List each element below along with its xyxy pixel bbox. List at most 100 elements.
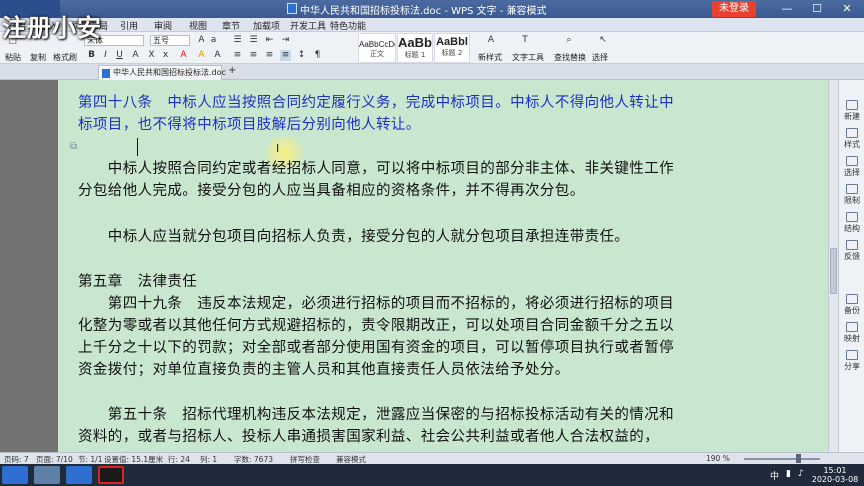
close-button[interactable]: ✕ (834, 0, 860, 18)
zoom-level[interactable]: 190 % (706, 454, 730, 463)
add-tab-button[interactable]: + (228, 65, 236, 76)
italic-icon[interactable]: I (100, 50, 111, 61)
menu-review[interactable]: 审阅 (154, 19, 172, 32)
taskpane-select[interactable]: 选择 (839, 156, 864, 178)
login-button[interactable]: 未登录 (712, 1, 756, 17)
vertical-scrollbar[interactable] (828, 80, 838, 452)
document-area: ⧉ I 第四十八条 中标人应当按照合同约定履行义务，完成中标项目。中标人不得向他… (0, 80, 832, 452)
paragraph-mark-icon[interactable]: ¶ (312, 50, 323, 61)
restrict-icon (846, 184, 858, 194)
font-size-select[interactable]: 五号 (150, 35, 190, 46)
taskbar-wps-writer[interactable] (66, 466, 92, 484)
clock-time: 15:01 (823, 466, 847, 475)
document-icon (287, 3, 297, 14)
zoom-slider-thumb[interactable] (796, 454, 801, 463)
align-right-icon[interactable]: ≡ (264, 50, 275, 61)
style-normal-name: 正文 (370, 50, 384, 58)
new-style-icon[interactable]: A (484, 35, 498, 49)
new-style-button[interactable]: 新样式 (478, 52, 502, 63)
tray-ime-icon[interactable]: 中 (770, 469, 779, 482)
grow-font-icon[interactable]: A (196, 35, 207, 46)
text-tools-button[interactable]: 文字工具 (512, 52, 544, 63)
highlight-icon[interactable]: A (196, 50, 207, 61)
taskpane-feedback[interactable]: 反馈 (839, 240, 864, 262)
taskpane-share[interactable]: 分享 (839, 350, 864, 372)
menu-special[interactable]: 特色功能 (330, 19, 366, 32)
feedback-icon (846, 240, 858, 250)
menu-addins[interactable]: 加载项 (253, 19, 280, 32)
taskpane-mapping[interactable]: 映射 (839, 322, 864, 344)
new-icon (846, 100, 858, 110)
window-title: 中华人民共和国招标投标法.doc - WPS 文字 - 兼容模式 (300, 6, 547, 17)
bullets-icon[interactable]: ☰ (232, 35, 243, 46)
align-left-icon[interactable]: ≡ (232, 50, 243, 61)
paste-button[interactable]: 粘贴 (5, 52, 21, 63)
indent-decrease-icon[interactable]: ⇤ (264, 35, 275, 46)
bold-icon[interactable]: B (86, 50, 97, 61)
menu-chapter[interactable]: 章节 (222, 19, 240, 32)
style-normal-sample: AaBbCcDd (359, 40, 395, 49)
tray-network-icon[interactable]: ▮ (786, 469, 791, 479)
align-center-icon[interactable]: ≡ (248, 50, 259, 61)
document-tab-bar: 中华人民共和国招标投标法.doc + (0, 64, 864, 80)
style-normal[interactable]: AaBbCcDd 正文 (358, 33, 396, 63)
shrink-font-icon[interactable]: a (208, 35, 219, 46)
menu-references[interactable]: 引用 (120, 19, 138, 32)
paragraph-article-49[interactable]: 第四十九条 违反本法规定，必须进行招标的项目而不招标的，将必须进行招标的项目化整… (78, 293, 678, 381)
subscript-icon[interactable]: x (160, 50, 171, 61)
style-heading-1[interactable]: AaBb 标题 1 (397, 33, 433, 63)
taskpane-structure[interactable]: 结构 (839, 212, 864, 234)
select-icon (846, 156, 858, 166)
structure-icon (846, 212, 858, 222)
taskpane-styles[interactable]: 样式 (839, 128, 864, 150)
taskpane-restrict[interactable]: 限制 (839, 184, 864, 206)
font-color-icon[interactable]: A (178, 50, 189, 61)
select-cursor-icon[interactable]: ↖ (596, 35, 610, 49)
menu-developer[interactable]: 开发工具 (290, 19, 326, 32)
find-replace-button[interactable]: 查找替换 (554, 52, 586, 63)
menu-bar: 开始 插入 页面布局 引用 审阅 视图 章节 加载项 开发工具 特色功能 (0, 18, 864, 32)
char-shading-icon[interactable]: A (212, 50, 223, 61)
tray-volume-icon[interactable]: ♪ (798, 469, 804, 479)
zoom-slider[interactable] (744, 458, 820, 460)
style-heading-2[interactable]: AaBbl 标题 2 (434, 33, 470, 63)
paragraph-article-48[interactable]: 第四十八条 中标人应当按照合同约定履行义务，完成中标项目。中标人不得向他人转让中… (78, 92, 678, 136)
line-spacing-icon[interactable]: ↕ (296, 50, 307, 61)
style-heading-2-sample: AaBbl (436, 36, 468, 48)
numbering-icon[interactable]: ☰ (248, 35, 259, 46)
underline-icon[interactable]: U (114, 50, 125, 61)
status-bar: 页码: 7 页面: 7/10 节: 1/1 设置值: 15.1厘米 行: 24 … (0, 452, 864, 464)
style-heading-2-name: 标题 2 (441, 49, 463, 57)
text-tools-icon[interactable]: T (518, 35, 532, 49)
taskbar-recorder[interactable] (98, 466, 124, 484)
style-heading-1-name: 标题 1 (404, 51, 426, 59)
paragraph-subcontract[interactable]: 中标人按照合同约定或者经招标人同意，可以将中标项目的部分非主体、非关键性工作分包… (78, 158, 678, 202)
taskbar-app-1[interactable] (34, 466, 60, 484)
strikethrough-icon[interactable]: A (130, 50, 141, 61)
paragraph-handle-icon[interactable]: ⧉ (70, 141, 77, 152)
select-button[interactable]: 选择 (592, 52, 608, 63)
paragraph-article-50[interactable]: 第五十条 招标代理机构违反本法规定，泄露应当保密的与招标投标活动有关的情况和资料… (78, 404, 678, 448)
backup-icon (846, 294, 858, 304)
start-button[interactable] (2, 466, 28, 484)
paragraph-subcontract-liability[interactable]: 中标人应当就分包项目向招标人负责，接受分包的人就分包项目承担连带责任。 (78, 226, 678, 248)
chapter-heading[interactable]: 第五章 法律责任 (78, 271, 678, 293)
text-caret (137, 138, 138, 156)
scrollbar-thumb[interactable] (830, 248, 837, 294)
share-icon (846, 350, 858, 360)
superscript-icon[interactable]: X (146, 50, 157, 61)
align-justify-icon[interactable]: ≡ (280, 50, 291, 61)
style-heading-1-sample: AaBb (398, 35, 432, 50)
tab-active-document[interactable]: 中华人民共和国招标投标法.doc (98, 65, 226, 80)
copy-button[interactable]: 复制 (30, 52, 46, 63)
taskbar-clock[interactable]: 15:01 2020-03-08 (810, 466, 860, 484)
menu-view[interactable]: 视图 (189, 19, 207, 32)
maximize-button[interactable]: ☐ (804, 0, 830, 18)
clock-date: 2020-03-08 (811, 475, 859, 484)
minimize-button[interactable]: — (774, 0, 800, 18)
format-painter-button[interactable]: 格式刷 (53, 52, 77, 63)
taskpane-backup[interactable]: 备份 (839, 294, 864, 316)
indent-increase-icon[interactable]: ⇥ (280, 35, 291, 46)
find-replace-icon[interactable]: ⌕ (562, 35, 576, 49)
taskpane-new[interactable]: 新建 (839, 100, 864, 122)
